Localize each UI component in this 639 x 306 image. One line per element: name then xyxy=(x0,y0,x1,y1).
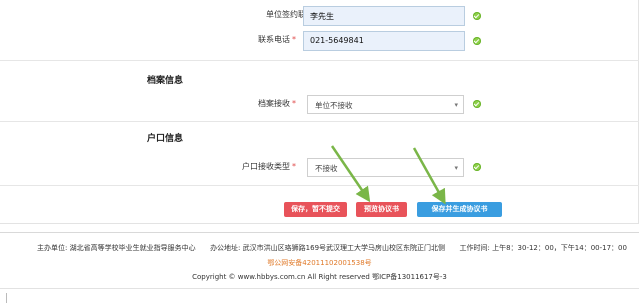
save-draft-button[interactable]: 保存，暂不提交 xyxy=(284,202,347,217)
police-record-link[interactable]: 鄂公网安备42011102001538号 xyxy=(0,258,639,268)
window-bottom-bar xyxy=(0,288,639,306)
contact-person-row: 单位签约联系人* 李先生 xyxy=(0,6,639,26)
contact-phone-label-text: 联系电话 xyxy=(258,35,290,44)
archive-receive-label: 档案接收 * xyxy=(258,98,296,109)
archive-receive-label-wrap: 档案接收 * xyxy=(200,95,296,115)
contact-phone-input[interactable]: 021-5649841 xyxy=(303,31,465,51)
hukou-receive-label: 户口接收类型 * xyxy=(242,161,296,172)
required-mark: * xyxy=(292,162,296,171)
save-generate-agreement-button[interactable]: 保存并生成协议书 xyxy=(417,202,502,217)
hukou-receive-select[interactable]: 不接收 ▾ xyxy=(307,158,464,177)
archive-receive-label-text: 档案接收 xyxy=(258,99,290,108)
required-mark: * xyxy=(292,35,296,44)
hukou-receive-label-wrap: 户口接收类型 * xyxy=(200,158,296,178)
form-panel: 单位签约联系人* 李先生 联系电话* 021-5649841 档案信息 档案接收… xyxy=(0,0,639,224)
section-divider xyxy=(0,185,639,186)
chevron-down-icon: ▾ xyxy=(454,101,458,109)
copyright-text: Copyright © www.hbbys.com.cn All Right r… xyxy=(192,273,447,281)
check-circle-icon xyxy=(473,100,481,108)
host-label: 主办单位: xyxy=(37,244,68,252)
check-circle-icon xyxy=(473,163,481,171)
footer-info-line: 主办单位: 湖北省高等学校毕业生就业指导服务中心 办公地址: 武汉市洪山区珞狮路… xyxy=(37,243,627,253)
check-circle-icon xyxy=(473,37,481,45)
archive-receive-selected: 单位不接收 xyxy=(315,101,353,110)
archive-receive-row: 档案接收 * 单位不接收 ▾ xyxy=(0,95,639,115)
hours-label: 工作时间: xyxy=(459,244,490,252)
address-label: 办公地址: xyxy=(210,244,241,252)
hukou-section-title: 户口信息 xyxy=(147,134,184,144)
host-value: 湖北省高等学校毕业生就业指导服务中心 xyxy=(69,244,196,252)
address-value: 武汉市洪山区珞狮路169号武汉理工大学马房山校区东院正门北侧 xyxy=(242,244,446,252)
section-divider xyxy=(0,121,639,122)
check-circle-icon xyxy=(473,12,481,20)
hukou-receive-selected: 不接收 xyxy=(315,164,338,173)
archive-section-title: 档案信息 xyxy=(147,76,184,86)
contact-phone-label: 联系电话 * xyxy=(258,34,296,45)
required-mark: * xyxy=(292,99,296,108)
contact-person-input[interactable]: 李先生 xyxy=(303,6,465,26)
hukou-receive-label-text: 户口接收类型 xyxy=(242,162,290,171)
hours-value: 上午8：30-12：00，下午14：00-17：00 xyxy=(492,244,627,252)
hukou-receive-row: 户口接收类型 * 不接收 ▾ xyxy=(0,158,639,178)
footer-divider xyxy=(0,232,639,233)
chevron-down-icon: ▾ xyxy=(454,164,458,172)
resize-handle[interactable] xyxy=(6,293,7,303)
preview-agreement-button[interactable]: 预览协议书 xyxy=(356,202,407,217)
contact-phone-row: 联系电话 * 021-5649841 xyxy=(0,31,639,51)
archive-receive-select[interactable]: 单位不接收 ▾ xyxy=(307,95,464,114)
contact-phone-label-wrap: 联系电话 * xyxy=(200,31,296,51)
section-divider xyxy=(0,60,639,61)
